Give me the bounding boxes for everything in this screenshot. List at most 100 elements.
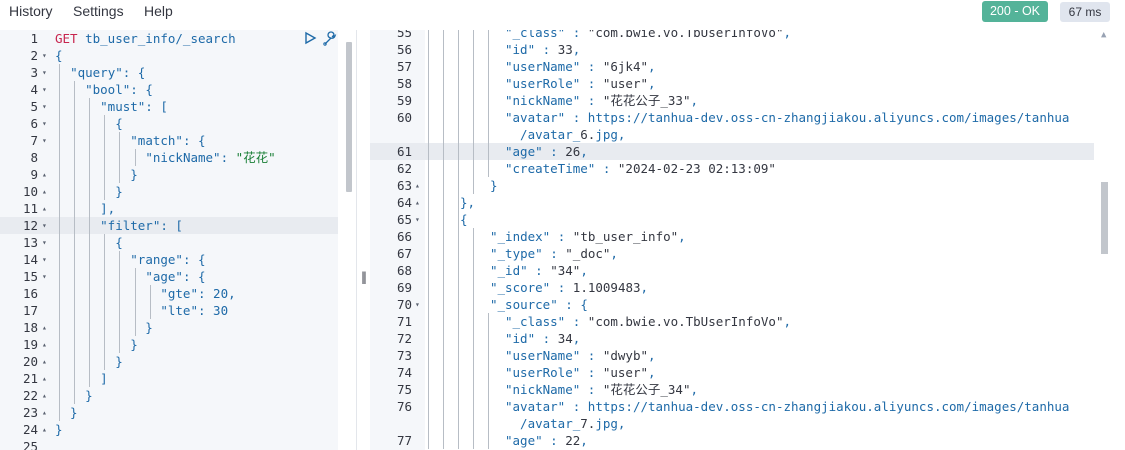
indent-guide [443, 245, 444, 262]
response-viewer[interactable]: ▲ 55 "_class" : "com.bwie.vo.TbUserInfoVo… [370, 30, 1125, 450]
request-line[interactable]: 5 ▾ "must": [ [0, 98, 338, 115]
unfold-icon[interactable]: ▴ [42, 319, 47, 336]
request-line[interactable]: 6 ▾ { [0, 115, 338, 132]
response-line[interactable]: 73 "userName" : "dwyb", [370, 347, 1094, 364]
request-line[interactable]: 4 ▾ "bool": { [0, 81, 338, 98]
response-line[interactable]: 61 "age" : 26, [370, 143, 1094, 160]
request-line[interactable]: 16 "gte": 20, [0, 285, 338, 302]
request-code: "query": { [70, 65, 146, 80]
unfold-icon[interactable]: ▴ [42, 387, 47, 404]
fold-icon[interactable]: ▾ [42, 251, 47, 268]
unfold-icon[interactable]: ▴ [42, 166, 47, 183]
unfold-icon[interactable]: ▴ [42, 370, 47, 387]
request-line[interactable]: 1 GET tb_user_info/_search [0, 30, 338, 47]
request-line[interactable]: 9 ▴ } [0, 166, 338, 183]
fold-icon[interactable]: ▾ [42, 132, 47, 149]
indent-guide [473, 30, 474, 41]
fold-icon[interactable]: ▾ [42, 81, 47, 98]
response-line[interactable]: 62 "createTime" : "2024-02-23 02:13:09" [370, 160, 1094, 177]
request-line[interactable]: 24 ▴} [0, 421, 338, 438]
fold-icon[interactable]: ▾ [415, 296, 420, 313]
request-line[interactable]: 17 "lte": 30 [0, 302, 338, 319]
request-line[interactable]: 20 ▴ } [0, 353, 338, 370]
request-line[interactable]: 23 ▴ } [0, 404, 338, 421]
unfold-icon[interactable]: ▴ [42, 421, 47, 438]
unfold-icon[interactable]: ▴ [42, 183, 47, 200]
pane-divider[interactable]: ‖ [356, 30, 370, 450]
response-line[interactable]: /avatar_6.jpg, [370, 126, 1094, 143]
response-line[interactable]: 75 "nickName" : "花花公子_34", [370, 381, 1094, 398]
unfold-icon[interactable]: ▴ [42, 404, 47, 421]
fold-icon[interactable]: ▾ [415, 211, 420, 228]
request-line[interactable]: 25 [0, 438, 338, 450]
response-code: "id" : 34, [505, 331, 581, 346]
response-scrollbar[interactable] [1101, 182, 1108, 254]
response-line[interactable]: 66 "_index" : "tb_user_info", [370, 228, 1094, 245]
request-line[interactable]: 2 ▾ { [0, 47, 338, 64]
unfold-icon[interactable]: ▴ [415, 177, 420, 194]
response-line[interactable]: 58 "userRole" : "user", [370, 75, 1094, 92]
indent-guide [428, 330, 429, 347]
help-menu[interactable]: Help [144, 3, 173, 19]
response-line[interactable]: 60 "avatar" : https://tanhua-dev.oss-cn-z… [370, 109, 1094, 126]
response-line[interactable]: 69 "_score" : 1.1009483, [370, 279, 1094, 296]
line-number: 1 [30, 31, 38, 46]
fold-icon[interactable]: ▾ [42, 115, 47, 132]
response-line[interactable]: 71 "_class" : "com.bwie.vo.TbUserInfoVo", [370, 313, 1094, 330]
resize-handle-icon[interactable]: ‖ [361, 270, 367, 284]
response-line[interactable]: 76 "avatar" : https://tanhua-dev.oss-cn-z… [370, 398, 1094, 415]
response-line[interactable]: 64 ▴}, [370, 194, 1094, 211]
scroll-up-icon[interactable]: ▲ [1101, 30, 1106, 40]
response-line[interactable]: 77 "age" : 22, [370, 432, 1094, 449]
run-icon[interactable] [303, 31, 319, 47]
response-line[interactable]: 63 ▴} [370, 177, 1094, 194]
unfold-icon[interactable]: ▴ [42, 353, 47, 370]
response-line[interactable]: 57 "userName" : "6jk4", [370, 58, 1094, 75]
fold-icon[interactable]: ▾ [42, 268, 47, 285]
request-scrollbar[interactable] [346, 42, 352, 192]
history-menu[interactable]: History [9, 3, 53, 19]
response-line[interactable]: 74 "userRole" : "user", [370, 364, 1094, 381]
unfold-icon[interactable]: ▴ [42, 200, 47, 217]
response-line[interactable]: 55 "_class" : "com.bwie.vo.TbUserInfoVo", [370, 30, 1094, 41]
request-line[interactable]: 18 ▴ } [0, 319, 338, 336]
fold-icon[interactable]: ▾ [42, 234, 47, 251]
line-number: 3 [30, 65, 38, 80]
wrench-icon[interactable] [322, 31, 338, 47]
request-line[interactable]: 7 ▾ "match": { [0, 132, 338, 149]
request-line[interactable]: 22 ▴ } [0, 387, 338, 404]
response-line[interactable]: 59 "nickName" : "花花公子_33", [370, 92, 1094, 109]
fold-icon[interactable]: ▾ [42, 47, 47, 64]
request-line[interactable]: 8 "nickName": "花花" [0, 149, 338, 166]
indent-guide [443, 194, 444, 211]
response-line[interactable]: 67 "_type" : "_doc", [370, 245, 1094, 262]
fold-icon[interactable]: ▾ [42, 98, 47, 115]
unfold-icon[interactable]: ▴ [42, 336, 47, 353]
line-number: 17 [22, 303, 38, 318]
request-line[interactable]: 11 ▴ ], [0, 200, 338, 217]
request-editor[interactable]: 1 GET tb_user_info/_search 2 ▾ {3 ▾ "query": … [0, 30, 355, 450]
request-line[interactable]: 15 ▾ "age": { [0, 268, 338, 285]
fold-icon[interactable]: ▾ [42, 217, 47, 234]
response-time-badge: 67 ms [1060, 2, 1110, 22]
indent-guide [488, 415, 489, 432]
response-line[interactable]: 72 "id" : 34, [370, 330, 1094, 347]
response-line[interactable]: 56 "id" : 33, [370, 41, 1094, 58]
indent-guide [458, 398, 459, 415]
settings-menu[interactable]: Settings [73, 3, 124, 19]
response-line[interactable]: /avatar_7.jpg, [370, 415, 1094, 432]
request-line[interactable]: 13 ▾ { [0, 234, 338, 251]
request-line[interactable]: 12 ▾ "filter": [ [0, 217, 338, 234]
fold-icon[interactable]: ▾ [42, 64, 47, 81]
indent-guide [473, 126, 474, 143]
request-line[interactable]: 21 ▴ ] [0, 370, 338, 387]
unfold-icon[interactable]: ▴ [415, 194, 420, 211]
request-line[interactable]: 3 ▾ "query": { [0, 64, 338, 81]
request-code: "age": { [145, 269, 206, 284]
response-line[interactable]: 68 "_id" : "34", [370, 262, 1094, 279]
request-line[interactable]: 19 ▴ } [0, 336, 338, 353]
request-line[interactable]: 10 ▴ } [0, 183, 338, 200]
request-line[interactable]: 14 ▾ "range": { [0, 251, 338, 268]
response-line[interactable]: 70 ▾ "_source" : { [370, 296, 1094, 313]
response-line[interactable]: 65 ▾ { [370, 211, 1094, 228]
